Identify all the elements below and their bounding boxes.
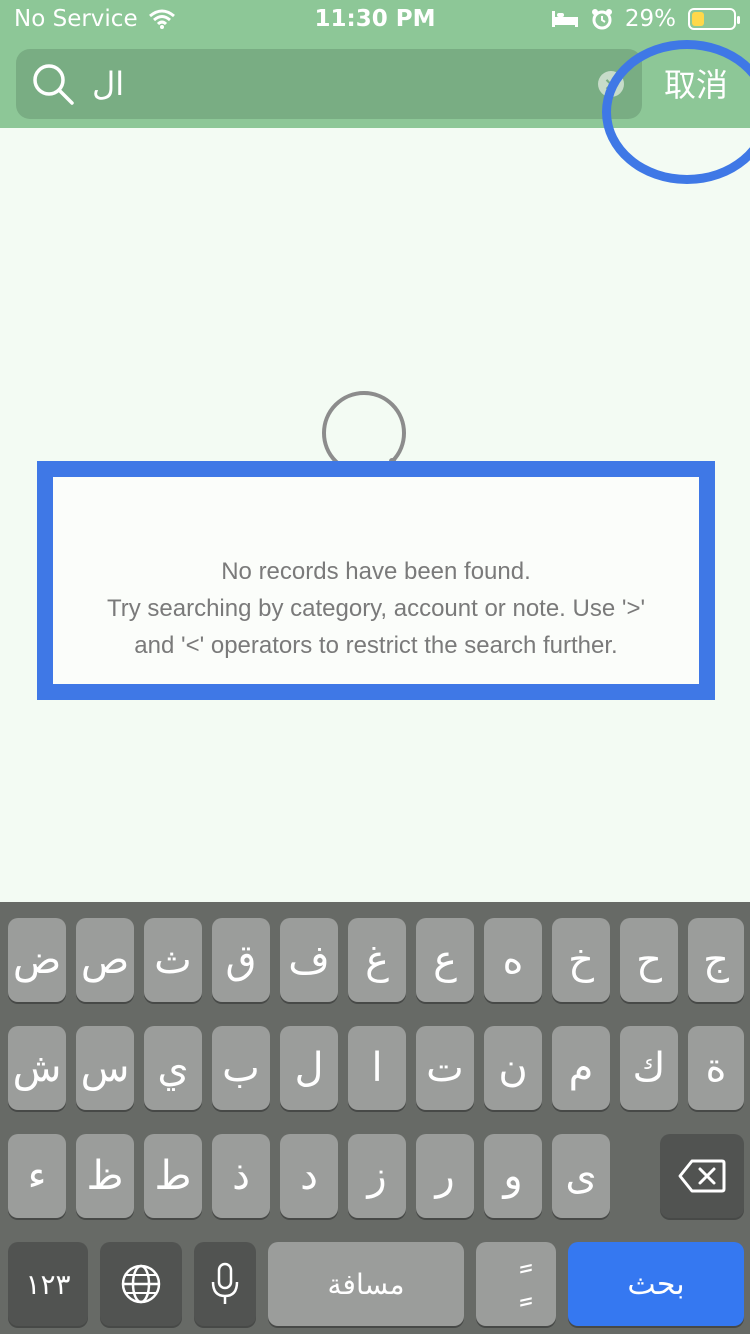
battery-icon [688, 8, 740, 30]
key[interactable]: ا [348, 1026, 406, 1110]
key[interactable]: ض [8, 918, 66, 1002]
microphone-key[interactable] [194, 1242, 256, 1326]
key[interactable]: ى [552, 1134, 610, 1218]
key[interactable]: ه [484, 918, 542, 1002]
key[interactable]: س [76, 1026, 134, 1110]
globe-key[interactable] [100, 1242, 182, 1326]
bed-icon [551, 11, 578, 27]
empty-state-line: Try searching by category, account or no… [106, 595, 646, 622]
microphone-icon [211, 1262, 239, 1304]
globe-icon [121, 1264, 161, 1304]
key[interactable]: ة [688, 1026, 744, 1110]
key[interactable]: ج [688, 918, 744, 1002]
key[interactable]: ت [416, 1026, 474, 1110]
key[interactable]: ث [144, 918, 202, 1002]
search-input[interactable] [92, 59, 592, 109]
key[interactable]: ع [416, 918, 474, 1002]
battery-percent: 29% [624, 6, 676, 32]
key[interactable]: ش [8, 1026, 66, 1110]
key[interactable]: ظ [76, 1134, 134, 1218]
key[interactable]: د [280, 1134, 338, 1218]
key[interactable]: ب [212, 1026, 270, 1110]
empty-state-line: No records have been found. [221, 558, 531, 585]
alarm-icon [591, 9, 612, 30]
key[interactable]: ذ [212, 1134, 270, 1218]
key[interactable]: ز [348, 1134, 406, 1218]
key[interactable]: ط [144, 1134, 202, 1218]
status-right: 29% [551, 6, 740, 32]
empty-state-message-box: No records have been found. Try searchin… [37, 461, 715, 700]
key[interactable]: ر [416, 1134, 474, 1218]
numbers-key[interactable]: ١٢٣ [8, 1242, 88, 1326]
key[interactable]: غ [348, 918, 406, 1002]
key[interactable]: م [552, 1026, 610, 1110]
backspace-icon [678, 1159, 726, 1193]
empty-state-message: No records have been found. Try searchin… [53, 553, 699, 664]
status-bar: No Service 11:30 PM 29% [0, 0, 750, 42]
key[interactable]: ف [280, 918, 338, 1002]
diacritics-key[interactable]: ًٍ [476, 1242, 556, 1326]
key[interactable]: ص [76, 918, 134, 1002]
key[interactable]: ء [8, 1134, 66, 1218]
key[interactable]: ك [620, 1026, 678, 1110]
search-key[interactable]: بحث [568, 1242, 744, 1326]
key[interactable]: ن [484, 1026, 542, 1110]
key[interactable]: ح [620, 918, 678, 1002]
key[interactable]: ق [212, 918, 270, 1002]
delete-button[interactable] [660, 1134, 744, 1218]
keyboard: ض ص ث ق ف غ ع ه خ ح ج ش س ي ب ل ا ت ن م … [0, 902, 750, 1334]
key[interactable]: خ [552, 918, 610, 1002]
key[interactable]: ل [280, 1026, 338, 1110]
search-icon [33, 64, 74, 105]
key[interactable]: ي [144, 1026, 202, 1110]
search-bar[interactable]: × [16, 49, 642, 119]
empty-state-line: and '<' operators to restrict the search… [134, 632, 618, 659]
highlight-ring [602, 40, 750, 184]
space-key[interactable]: مسافة [268, 1242, 464, 1326]
battery-level [692, 12, 704, 26]
key[interactable]: و [484, 1134, 542, 1218]
